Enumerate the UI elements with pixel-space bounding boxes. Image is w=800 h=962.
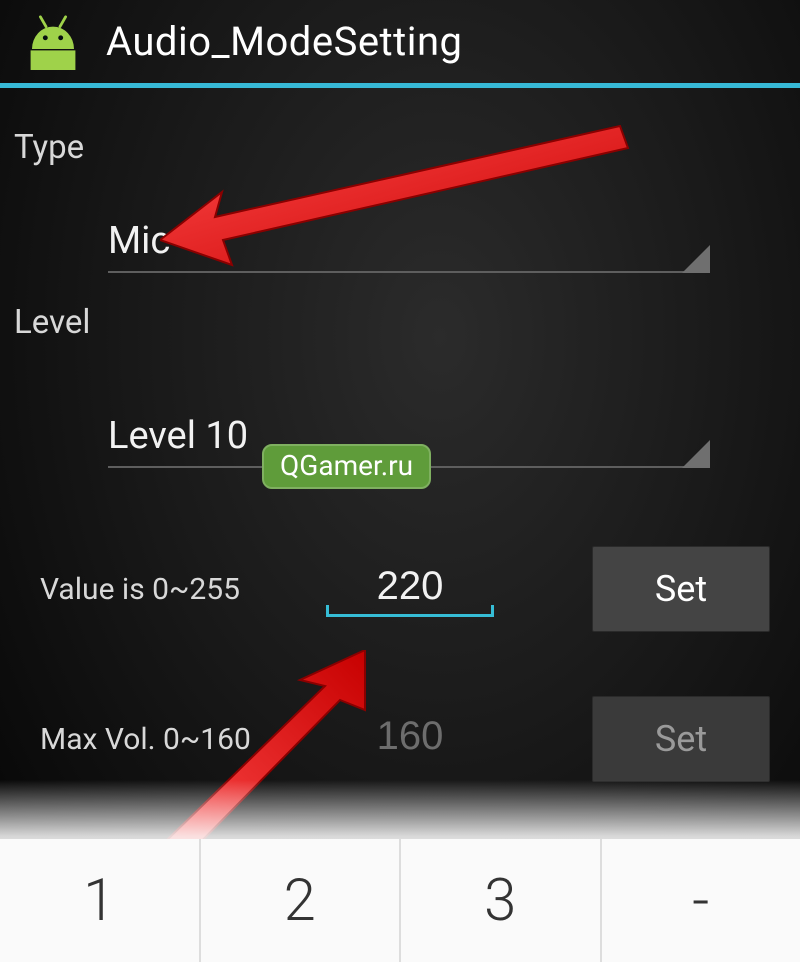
- maxvol-input[interactable]: [320, 714, 500, 765]
- value-range-label: Value is 0~255: [40, 572, 320, 607]
- watermark-badge: QGamer.ru: [262, 444, 431, 489]
- title-bar: Audio_ModeSetting: [0, 0, 800, 88]
- maxvol-range-label: Max Vol. 0~160: [40, 722, 320, 757]
- key-3[interactable]: 3: [401, 839, 602, 962]
- input-underline: [326, 614, 494, 617]
- level-dropdown-value: Level 10: [108, 414, 248, 458]
- numeric-keyboard: 1 2 3 -: [0, 839, 800, 962]
- chevron-down-icon: [682, 245, 710, 273]
- key-2[interactable]: 2: [201, 839, 402, 962]
- android-icon: [18, 14, 88, 70]
- type-label: Type: [0, 88, 800, 173]
- type-dropdown[interactable]: Mic: [108, 211, 708, 273]
- key-minus[interactable]: -: [602, 839, 800, 962]
- maxvol-row: Max Vol. 0~160 Set: [0, 694, 800, 784]
- value-row: Value is 0~255 Set: [0, 544, 800, 634]
- level-label: Level: [0, 273, 800, 348]
- key-1[interactable]: 1: [0, 839, 201, 962]
- type-dropdown-value: Mic: [108, 219, 170, 263]
- maxvol-set-button[interactable]: Set: [592, 696, 770, 782]
- value-input[interactable]: [320, 564, 500, 615]
- page-title: Audio_ModeSetting: [106, 18, 463, 65]
- chevron-down-icon: [682, 440, 710, 468]
- set-button[interactable]: Set: [592, 546, 770, 632]
